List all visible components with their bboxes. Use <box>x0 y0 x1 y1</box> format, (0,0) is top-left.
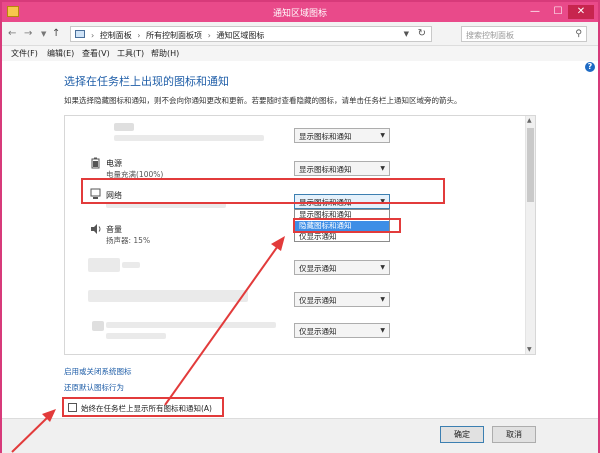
forward-arrow-icon[interactable]: → <box>24 28 32 39</box>
computer-icon <box>75 30 85 38</box>
always-show-checkbox-highlight: 始终在任务栏上显示所有图标和通知(A) <box>62 397 224 417</box>
page-title: 选择在任务栏上出现的图标和通知 <box>64 75 229 88</box>
behavior-select[interactable]: 仅显示通知 ▼ <box>294 323 390 338</box>
speaker-icon <box>91 224 101 234</box>
behavior-select[interactable]: 仅显示通知 ▼ <box>294 292 390 307</box>
search-icon: ⚲ <box>575 29 582 39</box>
title-bar: 通知区域图标 — ☐ ✕ <box>2 2 598 22</box>
redacted-text <box>106 333 166 339</box>
minimize-button[interactable]: — <box>524 5 546 19</box>
always-show-label[interactable]: 始终在任务栏上显示所有图标和通知(A) <box>81 403 212 414</box>
search-placeholder: 搜索控制面板 <box>466 31 514 40</box>
menu-bar: 文件(F) 编辑(E) 查看(V) 工具(T) 帮助(H) <box>2 46 598 61</box>
chevron-down-icon: ▼ <box>380 132 385 139</box>
chevron-down-icon: ▼ <box>380 264 385 271</box>
chevron-down-icon: ▼ <box>380 327 385 334</box>
breadcrumb-item[interactable]: 所有控制面板项 <box>146 31 202 40</box>
row-name: 电源 <box>106 159 122 168</box>
redacted-text <box>122 262 140 268</box>
scroll-down-icon[interactable]: ▼ <box>527 346 532 353</box>
cancel-button[interactable]: 取消 <box>492 426 536 443</box>
network-row-highlight <box>81 178 445 204</box>
up-arrow-icon[interactable]: ↑ <box>52 28 60 39</box>
address-bar: ← → ▼ ↑ › 控制面板 › 所有控制面板项 › 通知区域图标 ▼ ↻ 搜索… <box>2 22 598 46</box>
menu-help[interactable]: 帮助(H) <box>151 48 179 59</box>
behavior-select[interactable]: 显示图标和通知 ▼ <box>294 128 390 143</box>
breadcrumb: › 控制面板 › 所有控制面板项 › 通知区域图标 <box>91 31 265 40</box>
recent-dropdown-icon[interactable]: ▼ <box>41 30 46 38</box>
behavior-select[interactable]: 仅显示通知 ▼ <box>294 260 390 275</box>
redacted-text <box>114 135 264 141</box>
list-scrollbar[interactable]: ▲ ▼ <box>525 116 535 354</box>
menu-edit[interactable]: 编辑(E) <box>47 48 74 59</box>
redacted-text <box>88 290 248 302</box>
system-icons-link[interactable]: 启用或关闭系统图标 <box>64 366 132 377</box>
back-arrow-icon[interactable]: ← <box>8 28 16 39</box>
dropdown-option-notify-only[interactable]: 仅显示通知 <box>295 232 389 242</box>
redacted-icon <box>92 321 104 331</box>
always-show-checkbox[interactable] <box>68 403 77 412</box>
refresh-icon[interactable]: ↻ <box>418 28 426 39</box>
scroll-thumb[interactable] <box>527 128 534 202</box>
window: 通知区域图标 — ☐ ✕ ← → ▼ ↑ › 控制面板 › 所有控制面板项 › … <box>0 0 600 453</box>
redacted-text <box>106 322 276 328</box>
row-status: 扬声器: 15% <box>106 236 151 245</box>
row-name: 音量 <box>106 225 122 234</box>
menu-tools[interactable]: 工具(T) <box>117 48 144 59</box>
chevron-down-icon: ▼ <box>380 165 385 172</box>
help-icon[interactable]: ? <box>585 62 595 72</box>
restore-defaults-link[interactable]: 还原默认图标行为 <box>64 382 124 393</box>
address-box[interactable]: › 控制面板 › 所有控制面板项 › 通知区域图标 ▼ ↻ <box>70 26 432 42</box>
breadcrumb-item[interactable]: 控制面板 <box>100 31 132 40</box>
breadcrumb-item[interactable]: 通知区域图标 <box>216 31 264 40</box>
maximize-button[interactable]: ☐ <box>547 5 569 19</box>
window-title: 通知区域图标 <box>272 9 327 19</box>
scroll-up-icon[interactable]: ▲ <box>527 117 532 124</box>
battery-icon <box>91 157 100 169</box>
redacted-icon <box>88 258 120 272</box>
page-description: 如果选择隐藏图标和通知，则不会向你通知更改和更新。若要随时查看隐藏的图标，请单击… <box>64 96 462 105</box>
redacted-icon <box>114 123 134 131</box>
address-dropdown-icon[interactable]: ▼ <box>404 30 409 38</box>
behavior-select[interactable]: 显示图标和通知 ▼ <box>294 161 390 176</box>
menu-view[interactable]: 查看(V) <box>82 48 110 59</box>
hide-option-highlight <box>293 218 401 233</box>
close-button[interactable]: ✕ <box>568 5 594 19</box>
menu-file[interactable]: 文件(F) <box>11 48 38 59</box>
search-input[interactable]: 搜索控制面板 ⚲ <box>461 26 587 42</box>
chevron-down-icon: ▼ <box>380 296 385 303</box>
ok-button[interactable]: 确定 <box>440 426 484 443</box>
